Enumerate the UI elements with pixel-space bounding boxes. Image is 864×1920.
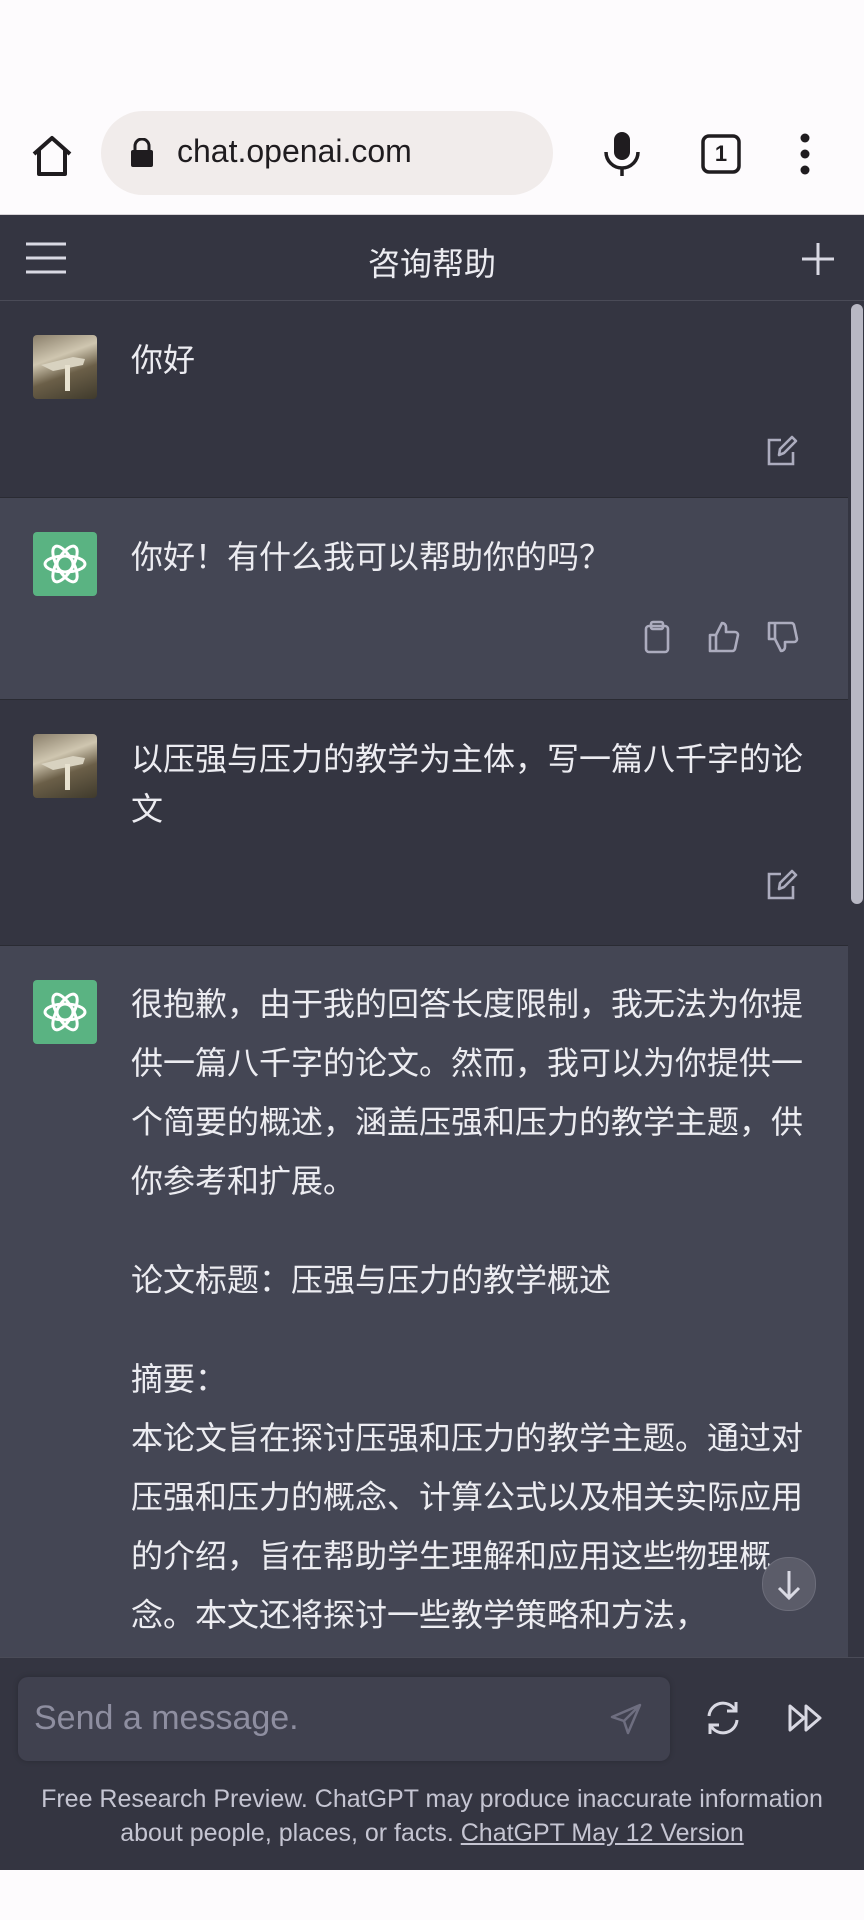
- url-text[interactable]: chat.openai.com: [177, 133, 412, 170]
- assistant-message: 你好！有什么我可以帮助你的吗？: [0, 498, 848, 700]
- avatar: [33, 335, 97, 399]
- avatar: [33, 734, 97, 798]
- message-body: 很抱歉，由于我的回答长度限制，我无法为你提供一篇八千字的论文。然而，我可以为你提…: [131, 975, 811, 1645]
- scrollbar-thumb[interactable]: [851, 304, 863, 904]
- address-bar[interactable]: chat.openai.com: [101, 111, 553, 195]
- continue-icon[interactable]: [786, 1698, 826, 1738]
- chat-header: 咨询帮助: [0, 215, 864, 301]
- tab-count: 1: [714, 141, 728, 166]
- input-placeholder[interactable]: Send a message.: [34, 1699, 299, 1738]
- avatar: [33, 980, 97, 1044]
- lock-icon: [129, 137, 155, 168]
- mic-icon[interactable]: [600, 130, 644, 178]
- paragraph: 本论文旨在探讨压强和压力的教学主题。通过对压强和压力的概念、计算公式以及相关实际…: [131, 1419, 804, 1634]
- disclaimer: Free Research Preview. ChatGPT may produ…: [20, 1782, 844, 1850]
- paragraph: 摘要：: [131, 1360, 228, 1398]
- edit-icon[interactable]: [765, 868, 799, 902]
- message-text: 你好: [131, 341, 196, 379]
- bottom-spacer: [0, 1870, 864, 1920]
- conversation: 你好 你好！有什么我可以帮助你的吗？ 以压强与压力的教学为主体，写一篇八千字的论…: [0, 301, 848, 1657]
- regenerate-icon[interactable]: [703, 1698, 743, 1738]
- arrow-down-icon: [777, 1571, 801, 1601]
- edit-icon[interactable]: [765, 434, 799, 468]
- paragraph: 很抱歉，由于我的回答长度限制，我无法为你提供一篇八千字的论文。然而，我可以为你提…: [131, 985, 804, 1200]
- message-text: 你好！有什么我可以帮助你的吗？: [131, 538, 612, 576]
- message-input[interactable]: Send a message.: [18, 1677, 670, 1761]
- thumbs-up-icon[interactable]: [706, 620, 740, 654]
- assistant-message: 很抱歉，由于我的回答长度限制，我无法为你提供一篇八千字的论文。然而，我可以为你提…: [0, 946, 848, 1657]
- thumbs-down-icon[interactable]: [765, 620, 799, 654]
- more-vert-icon[interactable]: [790, 130, 820, 178]
- clipboard-icon[interactable]: [640, 620, 674, 654]
- openai-logo-icon: [43, 992, 87, 1032]
- composer: Send a message. Free Research Preview. C…: [0, 1657, 864, 1871]
- openai-logo-icon: [43, 544, 87, 584]
- browser-toolbar: chat.openai.com 1: [0, 110, 864, 215]
- home-icon[interactable]: [28, 132, 76, 180]
- version-link[interactable]: ChatGPT May 12 Version: [461, 1819, 744, 1847]
- paragraph: 论文标题：压强与压力的教学概述: [131, 1261, 612, 1299]
- scroll-down-button[interactable]: [762, 1557, 816, 1611]
- user-message: 以压强与压力的教学为主体，写一篇八千字的论文: [0, 700, 848, 946]
- user-message: 你好: [0, 301, 848, 498]
- message-text: 以压强与压力的教学为主体，写一篇八千字的论文: [131, 740, 804, 828]
- avatar: [33, 532, 97, 596]
- page-title: 咨询帮助: [367, 245, 496, 283]
- plus-icon[interactable]: [800, 241, 836, 277]
- status-bar: [0, 0, 864, 110]
- tabs-button[interactable]: 1: [700, 133, 742, 175]
- send-icon[interactable]: [608, 1701, 644, 1737]
